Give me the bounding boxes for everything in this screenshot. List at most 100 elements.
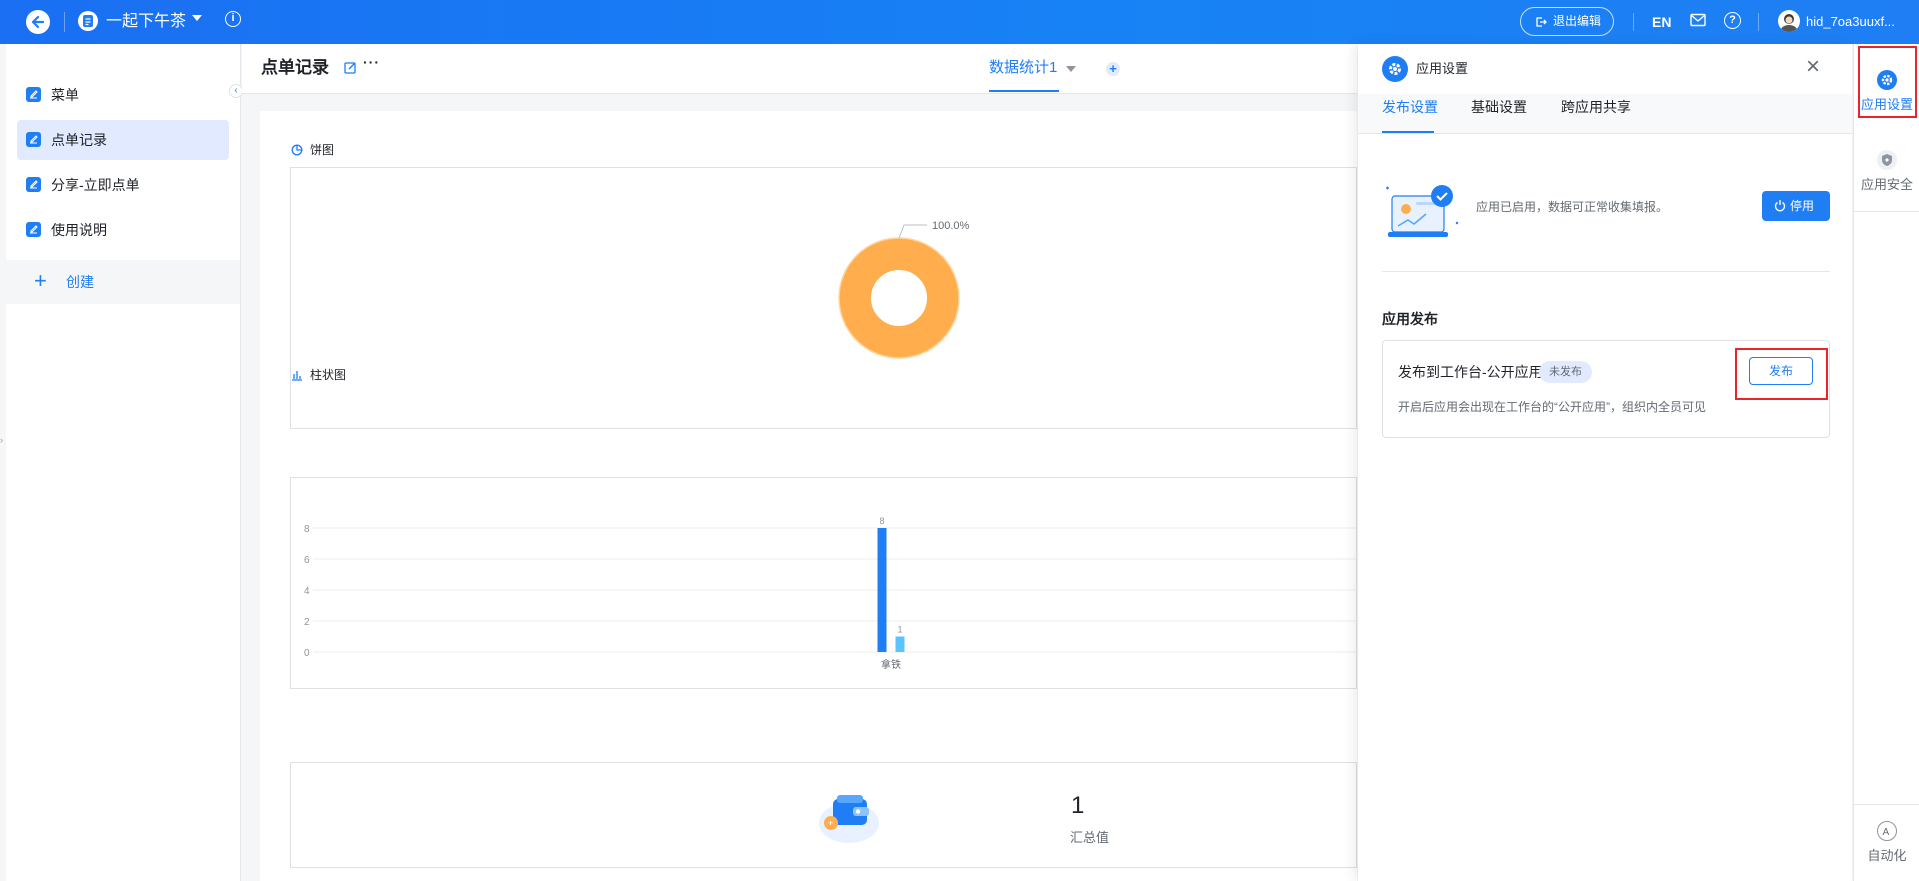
svg-text:+: + (828, 818, 833, 828)
active-tab-indicator (1382, 131, 1434, 133)
y-tick-label: 2 (304, 617, 310, 628)
page-title: 点单记录 (261, 58, 329, 77)
bar[interactable] (877, 528, 887, 652)
disable-app-label: 停用 (1790, 199, 1815, 213)
svg-text:A: A (1883, 827, 1890, 838)
back-button[interactable] (26, 10, 50, 34)
summary-label: 汇总值 (1070, 830, 1110, 845)
chevron-down-icon[interactable] (192, 15, 202, 21)
add-tab-button[interactable]: + (1106, 62, 1120, 76)
pie-chart-card[interactable]: 100.0% (290, 167, 1357, 429)
sidebar-item-label: 使用说明 (51, 222, 107, 238)
app-enabled-illustration (1386, 185, 1459, 237)
active-tab-indicator (989, 90, 1059, 92)
y-tick-label: 8 (304, 524, 310, 535)
sidebar-item-label: 分享-立即点单 (51, 177, 140, 193)
rail-item-label: 应用安全 (1860, 177, 1913, 192)
summary-card[interactable]: + 1 汇总值 (290, 762, 1357, 868)
bar-value-label: 1 (897, 625, 902, 635)
app-status-text: 应用已启用，数据可正常收集填报。 (1476, 200, 1669, 214)
summary-value: 1 (1071, 792, 1085, 819)
pie-card-title-text: 饼图 (310, 143, 335, 157)
language-switch[interactable]: EN (1652, 12, 1671, 32)
more-icon[interactable]: ··· (363, 54, 380, 70)
divider (1854, 804, 1919, 805)
bar-chart-icon (292, 371, 302, 381)
tab-basic-settings[interactable]: 基础设置 (1471, 97, 1527, 117)
panel-header: 应用设置 × (1358, 44, 1852, 94)
bar-chart: 0 2 4 6 8 8 1 拿铁 (304, 516, 1358, 671)
rail-item-label: 自动化 (1867, 848, 1907, 863)
app-settings-panel: 应用设置 × 发布设置 基础设置 跨应用共享 应用已启用，数据可正常收集填报。 … (1358, 44, 1852, 881)
sidebar-item-menu[interactable]: 菜单 (17, 75, 229, 115)
divider (64, 12, 65, 32)
edit-icon[interactable] (344, 61, 357, 74)
panel-title: 应用设置 (1416, 61, 1469, 76)
bar-chart-card[interactable]: 0 2 4 6 8 8 1 拿铁 (290, 477, 1358, 689)
divider (1854, 211, 1919, 212)
top-bar: 一起下午茶 i 退出编辑 EN ? hid_7oa3uuxf... (0, 0, 1919, 44)
right-rail: 应用设置 应用安全 A 自动化 (1853, 44, 1919, 881)
divider (1758, 13, 1759, 31)
divider (1382, 271, 1830, 272)
collapse-sidebar-button[interactable]: ‹ (229, 84, 243, 98)
status-badge: 未发布 (1539, 361, 1592, 383)
bar[interactable] (895, 636, 905, 653)
avatar[interactable] (1778, 10, 1800, 32)
pie-card-title: 饼图 (291, 142, 335, 158)
tab-cross-app-sharing[interactable]: 跨应用共享 (1561, 97, 1631, 117)
info-icon[interactable]: i (225, 11, 241, 27)
y-tick-label: 0 (304, 648, 310, 659)
form-icon (26, 132, 41, 147)
x-tick-label: 拿铁 (881, 658, 901, 671)
form-icon (26, 87, 41, 102)
page-header: 点单记录 ··· 数据统计1 + (242, 44, 1357, 94)
disable-app-button[interactable]: 停用 (1762, 191, 1830, 221)
expand-handle-icon[interactable]: › (0, 435, 6, 445)
user-avatar-icon (1781, 14, 1797, 32)
power-icon (1774, 200, 1786, 212)
sidebar-item-label: 点单记录 (51, 132, 107, 148)
pie-slice[interactable] (839, 238, 959, 358)
tab-data-stats[interactable]: 数据统计1 (989, 58, 1057, 78)
automation-icon: A (1877, 821, 1897, 841)
sidebar: 菜单 点单记录 分享-立即点单 使用说明 + 创建 (6, 44, 241, 881)
sidebar-item-order-records[interactable]: 点单记录 (17, 120, 229, 160)
pie-chart-icon (291, 144, 303, 156)
sidebar-item-label: 菜单 (51, 87, 79, 103)
pie-leader-line (898, 224, 927, 239)
gear-icon (1382, 56, 1408, 82)
chevron-down-icon[interactable] (1066, 66, 1076, 72)
app-name[interactable]: 一起下午茶 (106, 11, 186, 33)
pie-slice-label: 100.0% (932, 220, 970, 232)
form-icon (26, 222, 41, 237)
rail-item-automation[interactable]: A 自动化 (1854, 821, 1919, 871)
form-icon (26, 177, 41, 192)
section-title: 应用发布 (1382, 311, 1438, 327)
create-label: 创建 (66, 274, 94, 290)
user-name[interactable]: hid_7oa3uuxf... (1806, 12, 1895, 32)
app-icon (78, 11, 98, 31)
exit-icon (1536, 17, 1547, 27)
shield-icon (1877, 150, 1897, 170)
tab-publish-settings[interactable]: 发布设置 (1382, 97, 1438, 117)
document-icon (83, 15, 93, 27)
mail-icon[interactable] (1690, 13, 1706, 27)
sidebar-item-share-order[interactable]: 分享-立即点单 (17, 165, 229, 205)
pie-chart: 100.0% (838, 220, 970, 359)
sidebar-item-instructions[interactable]: 使用说明 (17, 210, 229, 250)
close-icon[interactable]: × (1806, 55, 1820, 79)
wallet-icon: + (819, 795, 879, 843)
highlight-box (1858, 46, 1917, 118)
rail-item-app-security[interactable]: 应用安全 (1854, 148, 1919, 208)
y-tick-label: 4 (304, 586, 310, 597)
bar-card-title-wrap: 柱状图 (292, 367, 346, 383)
exit-edit-label: 退出编辑 (1553, 14, 1602, 28)
publish-target-name: 发布到工作台-公开应用 (1398, 364, 1543, 380)
help-icon[interactable]: ? (1724, 12, 1741, 29)
exit-edit-button[interactable]: 退出编辑 (1520, 7, 1614, 36)
arrow-left-icon (31, 15, 45, 29)
create-button[interactable]: + 创建 (6, 260, 240, 304)
publish-description: 开启后应用会出现在工作台的“公开应用”，组织内全员可见 (1398, 400, 1706, 414)
bar-value-label: 8 (879, 516, 884, 526)
